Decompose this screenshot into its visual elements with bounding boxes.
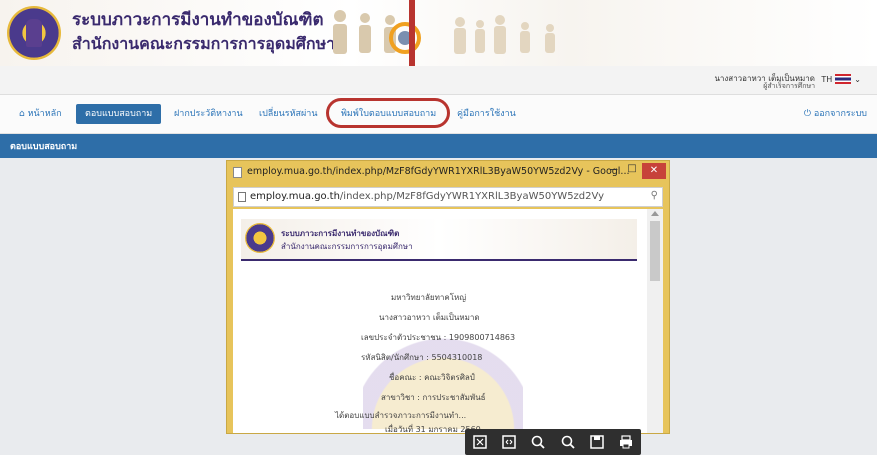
power-icon: ⏻ (803, 109, 811, 119)
print-icon[interactable] (617, 433, 635, 451)
document-logo (245, 223, 275, 253)
doc-program: สาขาวิชา : การประชาสัมพันธ์ (381, 393, 486, 402)
annotation-highlight-circle (326, 98, 450, 128)
doc-faculty: ชื่อคณะ : คณะวิจิตรศิลป์ (389, 373, 475, 382)
pdf-toolbar (465, 429, 641, 455)
url-path: /index.php/MzF8fGdyYWR1YXRlL3ByaW50YW5zd… (339, 191, 605, 202)
fit-icon[interactable] (471, 433, 489, 451)
doc-id-card: เลขประจำตัวประชาชน : 1909800714863 (361, 333, 516, 342)
nav-job-profile[interactable]: ฝากประวัติหางาน (165, 104, 252, 124)
logout-label: ออกจากระบบ (813, 109, 867, 119)
site-subtitle: สำนักงานคณะกรรมการการอุดมศึกษา (72, 34, 336, 53)
section-title: ตอบแบบสอบถาม (10, 142, 78, 152)
nav-home-label: หน้าหลัก (27, 109, 62, 119)
nav-manual[interactable]: คู่มือการใช้งาน (448, 104, 525, 124)
popup-titlebar[interactable]: employ.mua.go.th/index.php/MzF8fGdyYWR1Y… (227, 161, 669, 185)
pdf-viewer: ระบบภาวะการมีงานทำของบัณฑิต สำนักงานคณะก… (233, 209, 663, 455)
document-banner: ระบบภาวะการมีงานทำของบัณฑิต สำนักงานคณะก… (241, 219, 637, 261)
nav-change-password[interactable]: เปลี่ยนรหัสผ่าน (250, 104, 326, 124)
user-role: ผู้สำเร็จการศึกษา (763, 82, 815, 90)
thai-flag-icon (835, 74, 852, 84)
pdf-page: ระบบภาวะการมีงานทำของบัณฑิต สำนักงานคณะก… (233, 209, 647, 455)
doc-name: นางสาวอาหวา เต็มเป็นหมาด (379, 313, 480, 322)
scroll-up-icon[interactable] (651, 211, 659, 216)
doc-student-id: รหัสนิสิต/นักศึกษา : 5504310018 (361, 353, 483, 362)
popup-window: employ.mua.go.th/index.php/MzF8fGdyYWR1Y… (226, 160, 670, 455)
language-code: TH (821, 74, 833, 84)
user-bar: นางสาวอาหวา เต็มเป็นหมาด ผู้สำเร็จการศึก… (0, 66, 877, 95)
page-icon (238, 192, 246, 202)
url-host: employ.mua.go.th (250, 191, 340, 202)
people-graphic (333, 10, 555, 54)
zoom-in-icon[interactable] (559, 433, 577, 451)
annotation-arrow-shaft (409, 0, 415, 72)
search-icon[interactable]: ⚲ (651, 190, 658, 201)
language-selector[interactable]: TH ⌄ (821, 74, 861, 84)
scroll-thumb[interactable] (650, 221, 660, 281)
logout-link[interactable]: ⏻ ออกจากระบบ (804, 104, 867, 124)
zoom-out-icon[interactable] (529, 433, 547, 451)
doc-university: มหาวิทยาลัยทาคโหญ่ (391, 293, 467, 302)
minimize-button[interactable]: − (607, 163, 621, 179)
home-icon: ⌂ (19, 109, 25, 119)
nav-answer-survey[interactable]: ตอบแบบสอบถาม (76, 104, 162, 124)
header-banner: ระบบภาวะการมีงานทำของบัณฑิต สำนักงานคณะก… (0, 0, 877, 66)
section-header: ตอบแบบสอบถาม (0, 134, 877, 158)
chevron-down-icon: ⌄ (854, 74, 861, 84)
document-icon (233, 167, 242, 178)
fit-width-icon[interactable] (500, 433, 518, 451)
save-icon[interactable] (588, 433, 606, 451)
scrollbar[interactable] (647, 209, 663, 433)
maximize-button[interactable]: □ (625, 163, 639, 179)
document-banner-title: ระบบภาวะการมีงานทำของบัณฑิต (281, 229, 400, 238)
address-text: employ.mua.go.th/index.php/MzF8fGdyYWR1Y… (250, 191, 604, 202)
document-banner-subtitle: สำนักงานคณะกรรมการการอุดมศึกษา (281, 242, 413, 251)
university-logo (7, 6, 61, 60)
doc-completed: ได้ตอบแบบสำรวจภาวะการมีงานทำ... (335, 411, 467, 420)
address-bar[interactable]: employ.mua.go.th/index.php/MzF8fGdyYWR1Y… (233, 187, 663, 207)
nav-home[interactable]: ⌂ หน้าหลัก (10, 104, 71, 124)
close-button[interactable]: ✕ (642, 163, 666, 179)
site-title: ระบบภาวะการมีงานทำของบัณฑิต (72, 10, 324, 30)
popup-title: employ.mua.go.th/index.php/MzF8fGdyYWR1Y… (247, 166, 630, 177)
